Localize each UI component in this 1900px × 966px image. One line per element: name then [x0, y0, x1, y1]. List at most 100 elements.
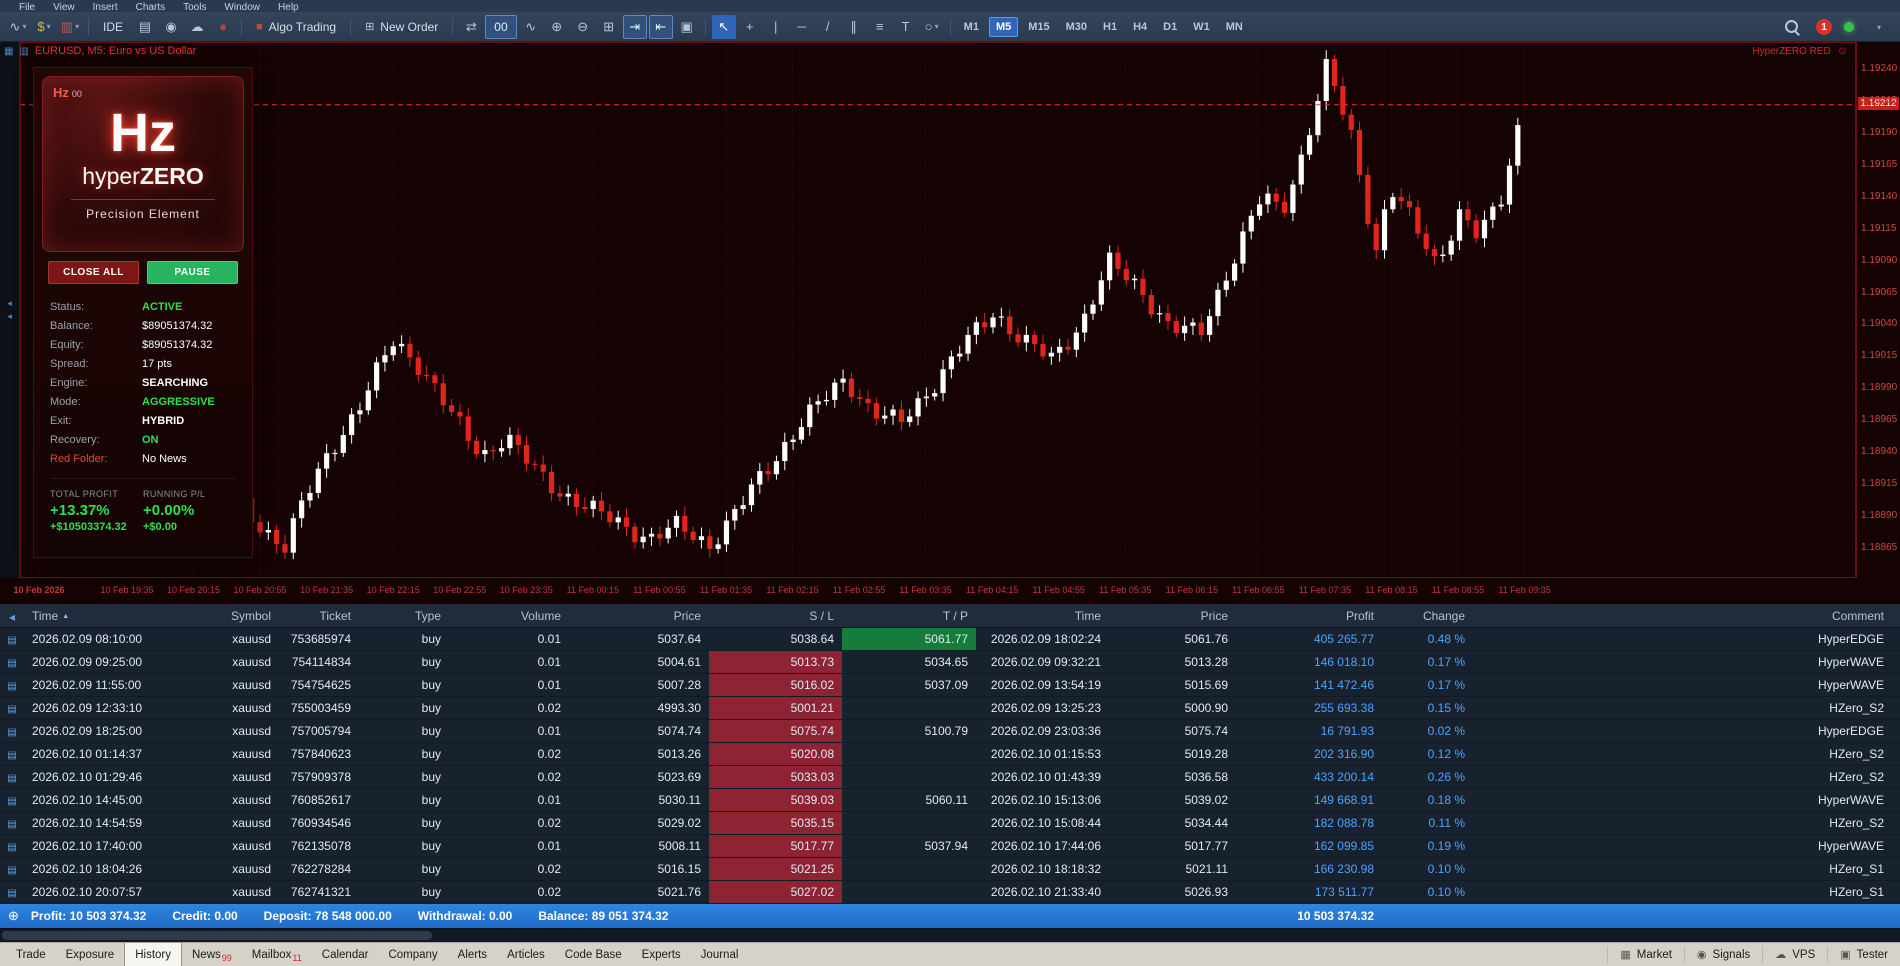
tab-articles[interactable]: Articles [497, 943, 555, 966]
history-row[interactable]: ▤ 2026.02.10 14:45:00 xauusd 760852617 buy 0.… [0, 789, 1900, 812]
search-button[interactable] [1780, 15, 1804, 39]
tab-company[interactable]: Company [378, 943, 447, 966]
history-row[interactable]: ▤ 2026.02.09 12:33:10 xauusd 755003459 buy 0.… [0, 697, 1900, 720]
collapse-panel-icon[interactable]: ◂ [7, 299, 12, 308]
price-axis[interactable]: 1.19212 1.19240 1.19215 1.19190 1.19165 1.19… [1856, 42, 1900, 578]
column-header-10-profit[interactable]: Profit [1236, 604, 1382, 627]
tab-exposure[interactable]: Exposure [56, 943, 125, 966]
cursor-button[interactable]: ↖ [711, 14, 736, 39]
history-row[interactable]: ▤ 2026.02.10 01:14:37 xauusd 757840623 buy 0.… [0, 743, 1900, 766]
scrollbar-thumb[interactable] [2, 931, 432, 940]
column-header-9-price[interactable]: Price [1109, 604, 1236, 627]
screenshot-icon[interactable]: ▣ [675, 15, 699, 39]
history-row[interactable]: ▤ 2026.02.10 14:54:59 xauusd 760934546 buy 0.… [0, 812, 1900, 835]
notifications-badge[interactable]: 1 [1816, 19, 1832, 35]
toolbar-overflow-button[interactable]: ▾ [1866, 15, 1890, 39]
column-header-4-volume[interactable]: Volume [449, 604, 569, 627]
timeframe-h4[interactable]: H4 [1127, 17, 1153, 37]
tab-calendar[interactable]: Calendar [312, 943, 379, 966]
period-separators-icon[interactable]: ⊞ [597, 15, 621, 39]
history-row[interactable]: ▤ 2026.02.09 18:25:00 xauusd 757005794 buy 0.… [0, 720, 1900, 743]
zoom-in-button[interactable]: ⊕ [545, 15, 569, 39]
vertical-line-icon[interactable]: | [764, 15, 788, 39]
column-header-6-sl[interactable]: S / L [709, 604, 842, 627]
channel-icon[interactable]: ∥ [842, 15, 866, 39]
chart-shift-button[interactable]: ⇤ [648, 14, 673, 39]
menu-help[interactable]: Help [269, 0, 308, 12]
column-header-7-tp[interactable]: T / P [842, 604, 976, 627]
timeframe-mn[interactable]: MN [1220, 17, 1249, 37]
tab-trade[interactable]: Trade [6, 943, 56, 966]
menu-tools[interactable]: Tools [174, 0, 215, 12]
new-order-button[interactable]: ⊞ New Order [357, 15, 446, 39]
timeframe-w1[interactable]: W1 [1187, 17, 1216, 37]
history-row[interactable]: ▤ 2026.02.10 18:04:26 xauusd 762278284 buy 0.… [0, 858, 1900, 881]
metaeditor-ide-button[interactable]: IDE [95, 15, 131, 39]
signals-icon[interactable]: ◉ [159, 15, 183, 39]
trendline-icon[interactable]: / [816, 15, 840, 39]
cloud-icon[interactable]: ☁ [185, 15, 209, 39]
history-row[interactable]: ▤ 2026.02.09 09:25:00 xauusd 754114834 buy 0.… [0, 651, 1900, 674]
tile-windows-icon[interactable]: ⇄ [459, 15, 483, 39]
timeframe-m30[interactable]: M30 [1060, 17, 1093, 37]
column-header-1-symbol[interactable]: Symbol [174, 604, 279, 627]
timeframe-m5[interactable]: M5 [988, 16, 1019, 37]
column-header-2-ticket[interactable]: Ticket [279, 604, 359, 627]
chart-window[interactable]: ◂ ◂ 1.19212 1.19240 1.19215 1.19190 1.19165… [0, 42, 1900, 604]
status-tester[interactable]: ▣ Tester [1827, 946, 1900, 963]
timeframe-m15[interactable]: M15 [1022, 17, 1055, 37]
fibonacci-icon[interactable]: ≡ [868, 15, 892, 39]
ea-status-icon[interactable]: ☺ [1837, 45, 1848, 57]
candlestick-chart[interactable] [20, 42, 1856, 578]
auto-scroll-button[interactable]: ⇥ [622, 14, 647, 39]
tab-mailbox[interactable]: Mailbox 11 [242, 943, 312, 966]
menu-file[interactable]: File [10, 0, 44, 12]
community-icon[interactable]: ● [211, 15, 235, 39]
column-header-8-time[interactable]: Time [976, 604, 1109, 627]
tab-history[interactable]: History [124, 943, 182, 966]
tab-experts[interactable]: Experts [632, 943, 691, 966]
column-header-12-comment[interactable]: Comment [1473, 604, 1900, 627]
menu-insert[interactable]: Insert [84, 0, 127, 12]
timeframe-m1[interactable]: M1 [958, 17, 985, 37]
text-label-icon[interactable]: T [894, 15, 918, 39]
shapes-dropdown[interactable]: ○ ▾ [920, 15, 944, 39]
tab-code-base[interactable]: Code Base [555, 943, 632, 966]
horizontal-scrollbar[interactable] [0, 928, 1900, 942]
collapse-toolbox-icon[interactable]: ◀ [9, 613, 15, 622]
column-header-5-price[interactable]: Price [569, 604, 709, 627]
zoom-out-button[interactable]: ⊖ [571, 15, 595, 39]
history-row[interactable]: ▤ 2026.02.09 08:10:00 xauusd 753685974 buy 0.… [0, 628, 1900, 651]
profiles-dropdown[interactable]: ▥ ▾ [58, 15, 82, 39]
history-row[interactable]: ▤ 2026.02.10 20:07:57 xauusd 762741321 buy 0.… [0, 881, 1900, 904]
column-header-11-change[interactable]: Change [1382, 604, 1473, 627]
tab-alerts[interactable]: Alerts [448, 943, 497, 966]
strategy-folder-icon[interactable]: ▤ [133, 15, 157, 39]
status-signals[interactable]: ◉ Signals [1683, 946, 1762, 963]
chart-style-dropdown[interactable]: ∿ ▾ [6, 15, 30, 39]
timeframe-h1[interactable]: H1 [1097, 17, 1123, 37]
algo-trading-button[interactable]: ■ Algo Trading [248, 15, 344, 39]
pause-button[interactable]: PAUSE [147, 261, 238, 284]
collapse-panel-icon-2[interactable]: ◂ [7, 312, 12, 321]
tab-news[interactable]: News 99 [182, 943, 242, 966]
market-depth-button[interactable]: 00 [485, 14, 517, 39]
horizontal-line-icon[interactable]: ─ [790, 15, 814, 39]
history-row[interactable]: ▤ 2026.02.10 01:29:46 xauusd 757909378 buy 0.… [0, 766, 1900, 789]
menu-window[interactable]: Window [215, 0, 269, 12]
history-row[interactable]: ▤ 2026.02.09 11:55:00 xauusd 754754625 buy 0.… [0, 674, 1900, 697]
funds-dropdown[interactable]: $ ▾ [32, 15, 56, 39]
timeframe-d1[interactable]: D1 [1157, 17, 1183, 37]
close-all-button[interactable]: CLOSE ALL [48, 261, 139, 284]
crosshair-button[interactable]: + [738, 15, 762, 39]
tick-chart-icon[interactable]: ∿ [519, 15, 543, 39]
column-header-3-type[interactable]: Type [359, 604, 449, 627]
time-axis[interactable]: 10 Feb 2026 10 Feb 19:35 10 Feb 20:15 10 Fe… [13, 578, 1856, 604]
column-header-0-time[interactable]: Time ▲ [24, 604, 174, 627]
menu-view[interactable]: View [44, 0, 84, 12]
status-market[interactable]: ▦ Market [1607, 946, 1684, 963]
history-row[interactable]: ▤ 2026.02.10 17:40:00 xauusd 762135078 buy 0.… [0, 835, 1900, 858]
status-vps[interactable]: ☁ VPS [1762, 946, 1827, 963]
expand-summary-icon[interactable]: ⊕ [8, 908, 19, 924]
tab-journal[interactable]: Journal [691, 943, 749, 966]
